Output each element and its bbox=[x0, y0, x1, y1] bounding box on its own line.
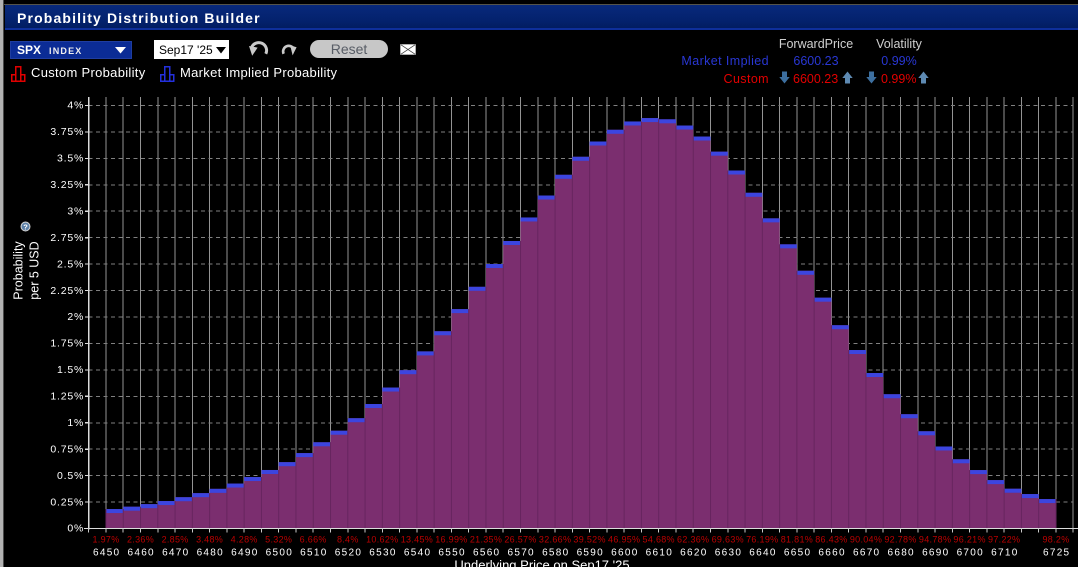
svg-text:4.28%: 4.28% bbox=[231, 534, 258, 544]
svg-text:2.5%: 2.5% bbox=[57, 258, 84, 270]
svg-text:92.78%: 92.78% bbox=[884, 534, 916, 544]
svg-text:0%: 0% bbox=[67, 523, 84, 535]
svg-text:96.21%: 96.21% bbox=[953, 534, 985, 544]
svg-text:1%: 1% bbox=[67, 417, 84, 429]
svg-text:26.57%: 26.57% bbox=[504, 534, 536, 544]
svg-text:21.35%: 21.35% bbox=[470, 534, 502, 544]
svg-text:6710: 6710 bbox=[991, 548, 1018, 559]
svg-text:76.19%: 76.19% bbox=[746, 534, 778, 544]
svg-text:32.66%: 32.66% bbox=[539, 534, 571, 544]
svg-text:16.99%: 16.99% bbox=[435, 534, 467, 544]
svg-text:6700: 6700 bbox=[957, 548, 984, 559]
svg-text:39.52%: 39.52% bbox=[573, 534, 605, 544]
svg-text:1.75%: 1.75% bbox=[50, 338, 84, 350]
svg-text:13.45%: 13.45% bbox=[401, 534, 433, 544]
svg-text:6530: 6530 bbox=[369, 548, 396, 559]
svg-text:6500: 6500 bbox=[266, 548, 293, 559]
svg-text:6470: 6470 bbox=[162, 548, 189, 559]
svg-text:6510: 6510 bbox=[300, 548, 327, 559]
svg-text:6670: 6670 bbox=[853, 548, 880, 559]
svg-text:6690: 6690 bbox=[922, 548, 949, 559]
svg-text:6620: 6620 bbox=[680, 548, 707, 559]
svg-text:Underlying Price on Sep17 '25: Underlying Price on Sep17 '25 bbox=[454, 558, 629, 567]
svg-text:90.04%: 90.04% bbox=[850, 534, 882, 544]
svg-text:6725: 6725 bbox=[1043, 548, 1070, 559]
svg-text:3.75%: 3.75% bbox=[50, 126, 84, 138]
svg-text:2.85%: 2.85% bbox=[162, 534, 189, 544]
svg-text:6450: 6450 bbox=[93, 548, 120, 559]
svg-text:46.95%: 46.95% bbox=[608, 534, 640, 544]
svg-text:2.25%: 2.25% bbox=[50, 285, 84, 297]
svg-text:81.81%: 81.81% bbox=[781, 534, 813, 544]
svg-text:6460: 6460 bbox=[127, 548, 154, 559]
svg-text:3.5%: 3.5% bbox=[57, 153, 84, 165]
svg-text:0.5%: 0.5% bbox=[57, 470, 84, 482]
svg-text:69.63%: 69.63% bbox=[712, 534, 744, 544]
svg-text:4%: 4% bbox=[67, 100, 84, 112]
svg-text:3%: 3% bbox=[67, 206, 84, 218]
svg-text:94.78%: 94.78% bbox=[919, 534, 951, 544]
svg-text:0.25%: 0.25% bbox=[50, 496, 84, 508]
svg-text:6630: 6630 bbox=[715, 548, 742, 559]
svg-text:0.75%: 0.75% bbox=[50, 443, 84, 455]
svg-text:1.5%: 1.5% bbox=[57, 364, 84, 376]
svg-text:3.48%: 3.48% bbox=[196, 534, 223, 544]
svg-text:5.32%: 5.32% bbox=[265, 534, 292, 544]
svg-text:86.43%: 86.43% bbox=[815, 534, 847, 544]
svg-text:6640: 6640 bbox=[749, 548, 776, 559]
svg-text:2.36%: 2.36% bbox=[127, 534, 154, 544]
svg-text:8.4%: 8.4% bbox=[337, 534, 359, 544]
svg-text:1.97%: 1.97% bbox=[92, 534, 119, 544]
svg-text:3.25%: 3.25% bbox=[50, 179, 84, 191]
svg-text:98.2%: 98.2% bbox=[1042, 534, 1069, 544]
svg-text:54.68%: 54.68% bbox=[643, 534, 675, 544]
svg-text:6.66%: 6.66% bbox=[300, 534, 327, 544]
svg-text:62.36%: 62.36% bbox=[677, 534, 709, 544]
svg-text:2%: 2% bbox=[67, 311, 84, 323]
svg-text:6480: 6480 bbox=[197, 548, 224, 559]
svg-text:2.75%: 2.75% bbox=[50, 232, 84, 244]
svg-text:1.25%: 1.25% bbox=[50, 391, 84, 403]
svg-text:97.22%: 97.22% bbox=[988, 534, 1020, 544]
svg-text:6680: 6680 bbox=[887, 548, 914, 559]
svg-text:6490: 6490 bbox=[231, 548, 258, 559]
svg-text:6650: 6650 bbox=[784, 548, 811, 559]
svg-text:10.62%: 10.62% bbox=[366, 534, 398, 544]
svg-text:6660: 6660 bbox=[818, 548, 845, 559]
svg-text:6520: 6520 bbox=[335, 548, 362, 559]
svg-text:6540: 6540 bbox=[404, 548, 431, 559]
svg-text:6610: 6610 bbox=[646, 548, 673, 559]
